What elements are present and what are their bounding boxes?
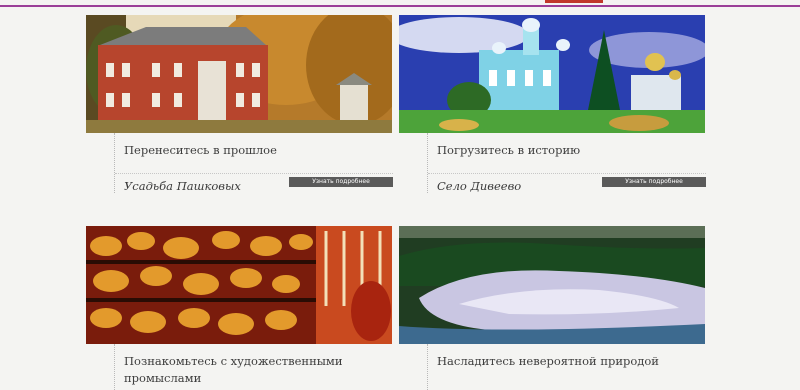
learn-more-button[interactable]: Узнать подробнее: [602, 177, 706, 187]
monastery-photo[interactable]: [399, 15, 705, 133]
card-title: Погрузитесь в историю: [437, 143, 581, 157]
tour-card-diveevo: Погрузитесь в историю Село Дивеево Узнат…: [399, 15, 706, 193]
card-place: Усадьба Пашковых: [124, 179, 241, 193]
card-title: Перенеситесь в прошлое: [124, 143, 277, 157]
header-divider: [0, 5, 800, 7]
card-divider: [115, 173, 393, 174]
tour-card-nature: Насладитесь невероятной природой: [399, 226, 705, 390]
manor-photo[interactable]: [86, 15, 392, 133]
card-title: Познакомьтесь с художественными промысла…: [124, 354, 343, 386]
active-nav-underline: [545, 0, 603, 3]
lake-photo[interactable]: [399, 226, 705, 344]
card-place: Село Дивеево: [437, 179, 522, 193]
card-body: Перенеситесь в прошлое Усадьба Пашковых …: [114, 133, 393, 193]
card-divider: [428, 173, 706, 174]
card-body: Познакомьтесь с художественными промысла…: [114, 344, 392, 390]
learn-more-button[interactable]: Узнать подробнее: [289, 177, 393, 187]
crafts-photo[interactable]: [86, 226, 392, 344]
card-body: Насладитесь невероятной природой: [427, 344, 705, 390]
tour-card-manor: Перенеситесь в прошлое Усадьба Пашковых …: [86, 15, 393, 193]
card-body: Погрузитесь в историю Село Дивеево Узнат…: [427, 133, 706, 193]
card-title: Насладитесь невероятной природой: [437, 354, 659, 368]
tour-card-crafts: Познакомьтесь с художественными промысла…: [86, 226, 392, 390]
